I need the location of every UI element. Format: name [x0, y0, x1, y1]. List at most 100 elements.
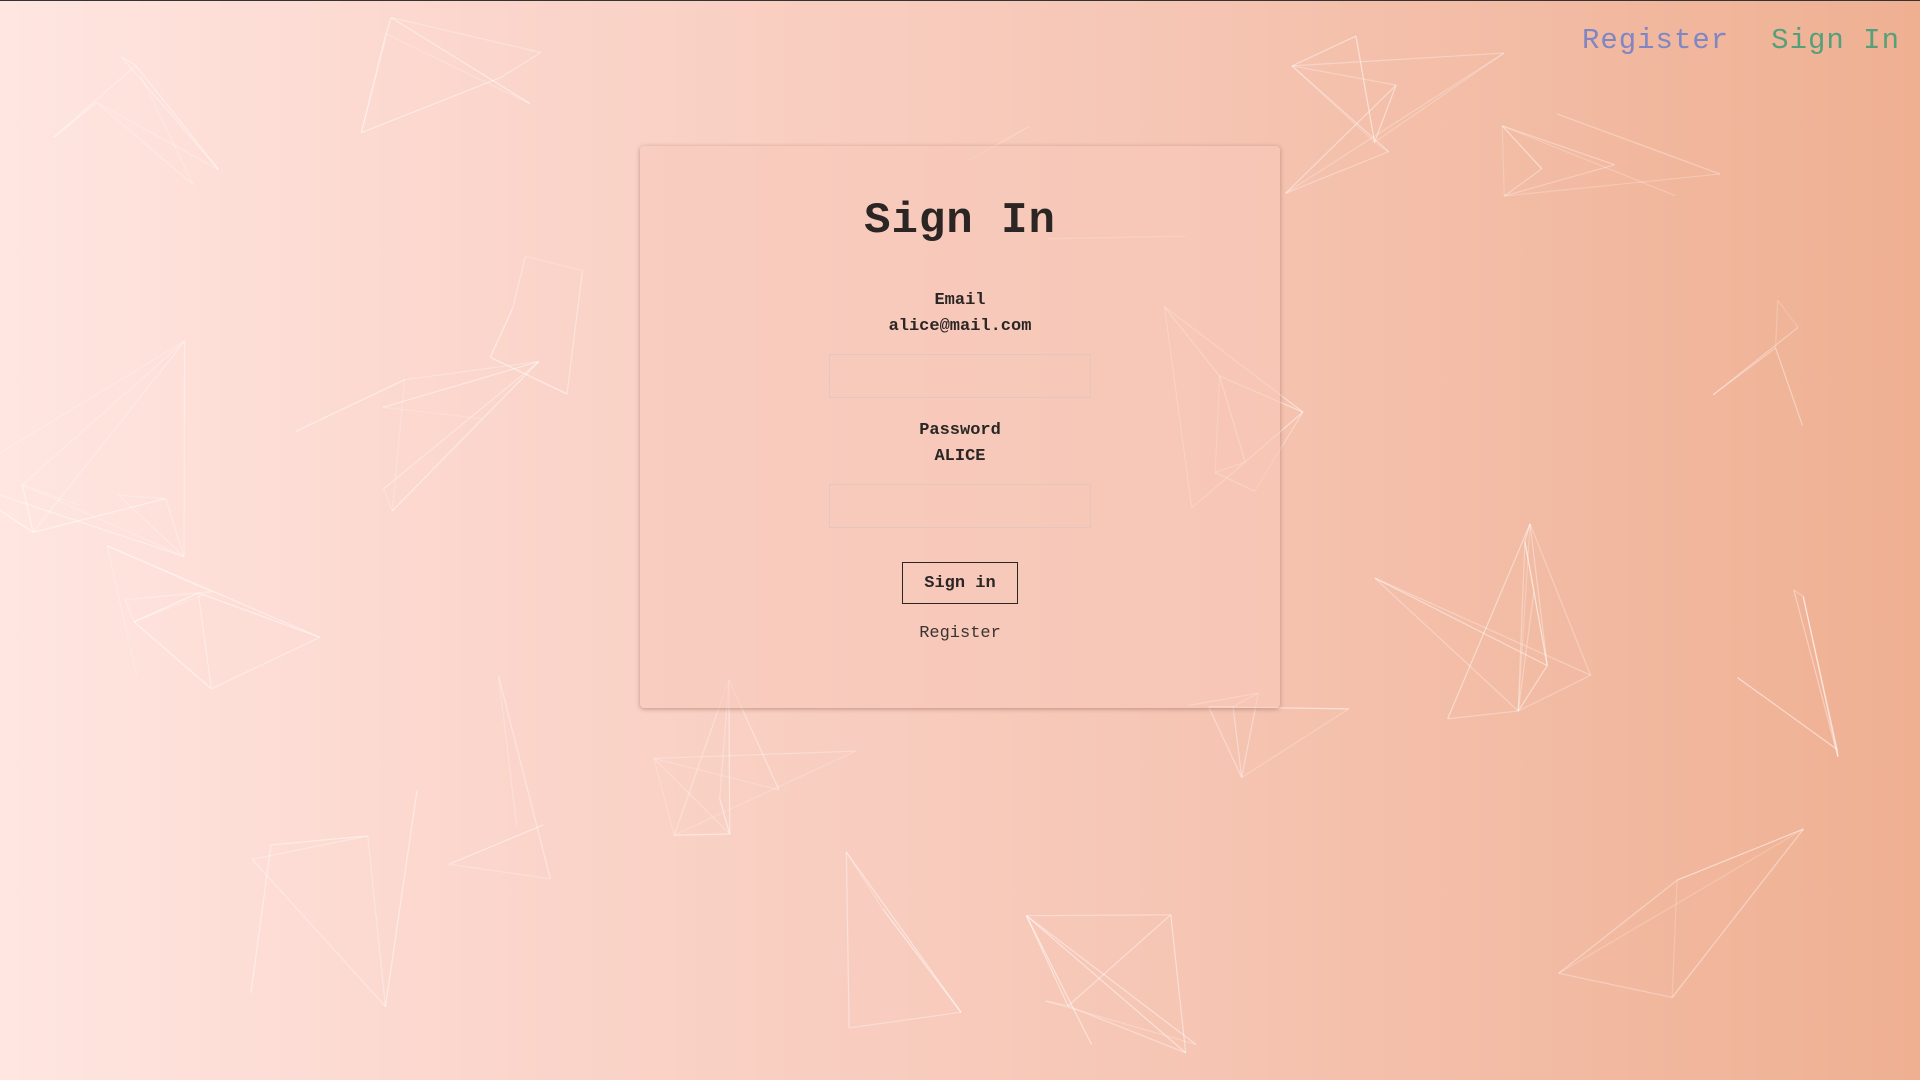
mesh-line	[53, 102, 98, 138]
mesh-line	[0, 494, 185, 557]
mesh-line	[1374, 577, 1519, 712]
mesh-line	[1676, 828, 1804, 881]
mesh-line	[124, 599, 135, 623]
mesh-line	[121, 56, 219, 171]
password-label: Password	[919, 421, 1001, 440]
mesh-line	[1025, 915, 1093, 1045]
email-field[interactable]	[829, 354, 1091, 398]
mesh-line	[361, 76, 502, 134]
mesh-line	[32, 498, 166, 533]
signin-button[interactable]: Sign in	[902, 562, 1018, 604]
mesh-line	[1045, 1000, 1197, 1046]
mesh-line	[106, 545, 320, 638]
page-title: Sign In	[864, 196, 1056, 246]
mesh-line	[1374, 577, 1591, 676]
mesh-line	[1793, 589, 1839, 757]
mesh-line	[360, 17, 392, 133]
mesh-line	[1777, 300, 1799, 328]
mesh-line	[1374, 141, 1389, 153]
mesh-line	[566, 270, 584, 394]
mesh-line	[96, 102, 219, 171]
mesh-line	[1556, 113, 1721, 175]
mesh-line	[384, 790, 418, 1007]
mesh-line	[96, 102, 194, 186]
mesh-line	[525, 255, 583, 272]
mesh-line	[211, 636, 321, 690]
top-navigation: Register Sign In	[1582, 24, 1900, 57]
mesh-line	[183, 341, 186, 557]
mesh-line	[367, 835, 387, 1007]
password-field[interactable]	[829, 484, 1091, 528]
mesh-line	[1067, 914, 1172, 1007]
mesh-line	[0, 340, 185, 454]
mesh-line	[498, 676, 518, 826]
mesh-line	[500, 51, 542, 78]
mesh-line	[1447, 710, 1519, 720]
mesh-line	[1504, 173, 1721, 197]
mesh-line	[1241, 708, 1350, 778]
mesh-line	[1374, 52, 1505, 143]
mesh-line	[674, 833, 730, 836]
nav-register-link[interactable]: Register	[1582, 24, 1729, 57]
mesh-line	[121, 56, 137, 66]
password-label-group: Password ALICE	[640, 418, 1280, 470]
mesh-line	[653, 758, 731, 835]
nav-signin-link[interactable]: Sign In	[1771, 24, 1900, 57]
password-hint: ALICE	[934, 447, 986, 466]
mesh-line	[498, 676, 551, 879]
mesh-line	[1067, 1005, 1186, 1054]
mesh-line	[1774, 300, 1779, 348]
mesh-line	[1501, 125, 1505, 196]
mesh-line	[653, 757, 780, 791]
mesh-line	[1285, 52, 1505, 194]
mesh-line	[511, 256, 527, 309]
signin-card: Sign In Email alice@mail.com Password AL…	[640, 146, 1280, 708]
mesh-line	[251, 858, 386, 1007]
mesh-line	[382, 488, 393, 512]
mesh-line	[118, 494, 166, 500]
mesh-line	[1026, 915, 1187, 1054]
mesh-line	[251, 835, 368, 860]
mesh-line	[382, 406, 482, 420]
mesh-line	[1292, 52, 1505, 67]
mesh-line	[1712, 326, 1799, 396]
mesh-line	[22, 484, 80, 506]
mesh-line	[135, 65, 219, 171]
mesh-line	[197, 592, 212, 689]
mesh-line	[382, 360, 539, 408]
mesh-line	[849, 1011, 962, 1029]
mesh-line	[1292, 65, 1397, 86]
mesh-line	[448, 824, 544, 865]
mesh-line	[1355, 35, 1376, 143]
email-label: Email	[934, 291, 986, 310]
mesh-line	[1503, 168, 1543, 197]
mesh-line	[1170, 914, 1187, 1053]
mesh-line	[653, 750, 856, 760]
mesh-line	[1504, 164, 1615, 197]
mesh-line	[197, 592, 320, 638]
mesh-line	[1285, 151, 1389, 194]
mesh-line	[489, 308, 513, 358]
mesh-line	[1025, 915, 1069, 1007]
mesh-line	[448, 863, 551, 880]
mesh-line	[53, 64, 137, 138]
mesh-line	[673, 750, 856, 836]
mesh-line	[845, 852, 850, 1028]
mesh-line	[21, 484, 34, 533]
mesh-line	[1671, 880, 1678, 998]
mesh-line	[391, 379, 406, 511]
mesh-line	[1558, 972, 1673, 999]
mesh-line	[32, 340, 186, 533]
mesh-line	[1291, 35, 1357, 67]
mesh-line	[391, 361, 540, 512]
mesh-line	[1774, 347, 1804, 426]
window-top-border	[0, 0, 1920, 1]
email-label-group: Email alice@mail.com	[640, 288, 1280, 340]
mesh-line	[1232, 706, 1243, 778]
register-link[interactable]: Register	[919, 624, 1001, 643]
mesh-line	[1671, 828, 1804, 998]
mesh-line	[1502, 125, 1615, 166]
mesh-line	[21, 484, 185, 557]
mesh-line	[1045, 1000, 1069, 1007]
mesh-line	[21, 340, 185, 486]
